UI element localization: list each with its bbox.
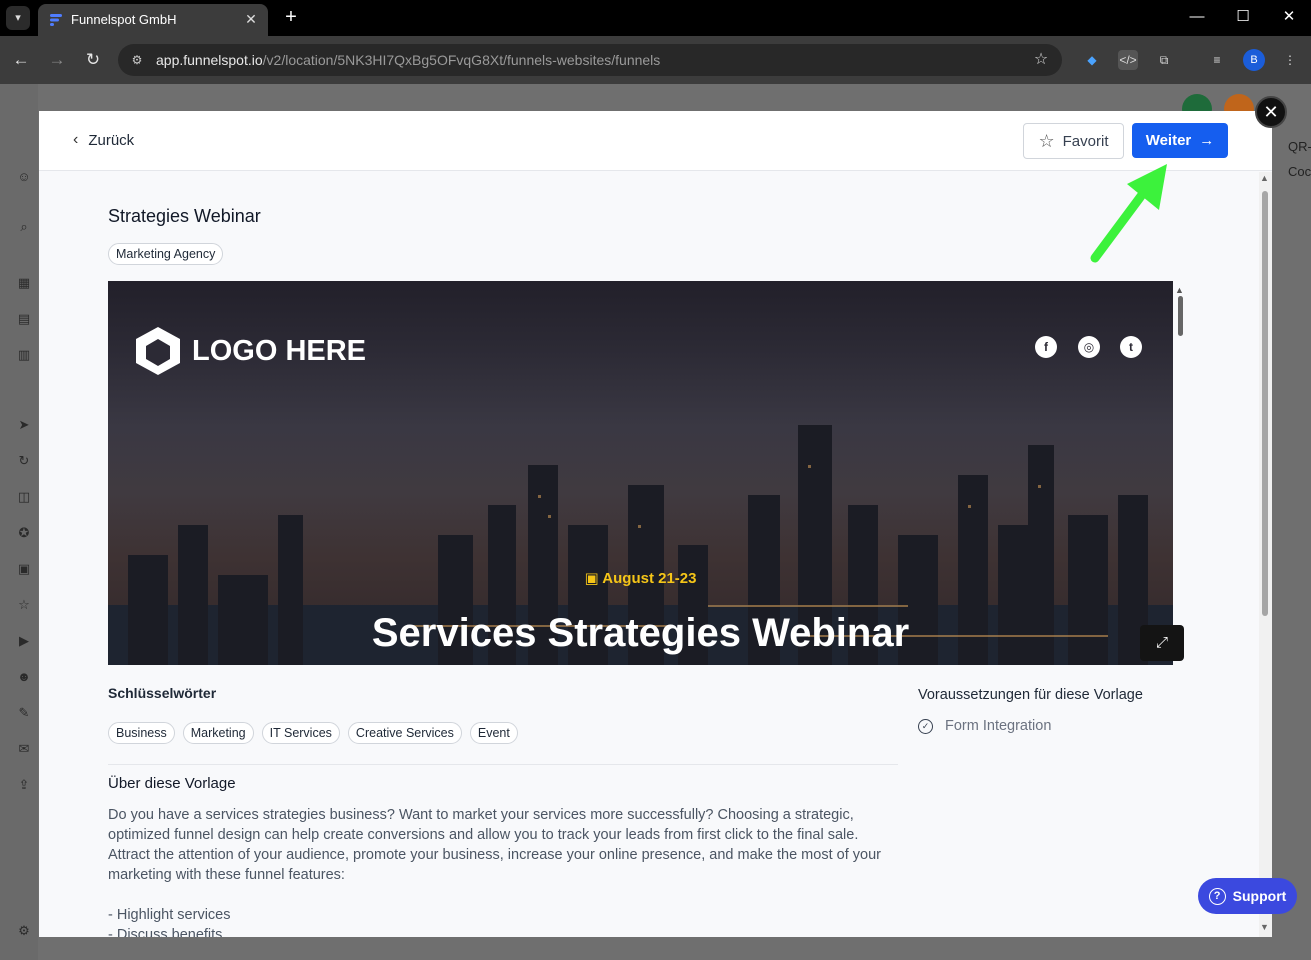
template-preview-image: LOGO HERE f ◎ t ▣ August 21-23 Services … xyxy=(108,281,1173,665)
twitter-icon: t xyxy=(1120,336,1142,358)
settings-gear-icon: ⚙ xyxy=(18,923,30,938)
requirements-heading: Voraussetzungen für diese Vorlage xyxy=(918,687,1143,703)
template-title: Strategies Webinar xyxy=(108,206,261,226)
maximize-button[interactable]: ☐ xyxy=(1231,6,1255,28)
dashboard-icon: ▦ xyxy=(17,275,31,290)
preview-scroll-thumb[interactable] xyxy=(1178,296,1183,336)
chevron-left-icon: ‹ xyxy=(73,131,79,148)
team-icon: ☻ xyxy=(17,669,31,684)
category-chip: Marketing Agency xyxy=(108,243,224,265)
calendar-icon: ▤ xyxy=(17,311,31,326)
keyword-chip: Marketing xyxy=(182,722,254,744)
chat-icon: ✉ xyxy=(18,741,30,756)
fullscreen-expand-button[interactable]: ⤢ xyxy=(1140,625,1184,661)
arrow-right-icon: → xyxy=(1199,132,1215,149)
url-text: app.funnelspot.io/v2/location/5NK3HI7QxB… xyxy=(156,52,661,68)
extensions-puzzle-icon[interactable]: ⧉ xyxy=(1154,50,1174,70)
section-divider xyxy=(108,764,898,765)
close-modal-button[interactable]: ✕ xyxy=(1255,96,1287,128)
star-icon: ☆ xyxy=(1038,130,1055,151)
scroll-up-arrow-icon[interactable]: ▲ xyxy=(1175,285,1184,295)
automation-icon: ↻ xyxy=(18,453,30,468)
background-sidebar: ☺ ⌕ ▦ ▤ ▥ ➤ ↻ ◫ ✪ ▣ ☆ ▶ ☻ ✎ ✉ ⇪ ⚙ xyxy=(0,84,38,960)
back-arrow-icon[interactable]: ← xyxy=(10,49,32,71)
reload-icon[interactable]: ↻ xyxy=(82,49,104,71)
hero-title: Services Strategies Webinar xyxy=(371,611,910,655)
devtools-extension-icon[interactable]: </> xyxy=(1118,50,1138,70)
check-circle-icon: ✓ xyxy=(918,718,933,734)
window-close-button[interactable]: ✕ xyxy=(1277,6,1301,28)
preview-logo: LOGO HERE xyxy=(132,325,366,377)
support-label: Support xyxy=(1232,888,1287,904)
funnelspot-favicon-icon xyxy=(50,14,62,26)
list-item: - Highlight services xyxy=(108,907,231,923)
notes-icon: ▥ xyxy=(17,347,31,362)
search-icon: ⌕ xyxy=(20,219,28,234)
scroll-up-arrow-icon[interactable]: ▲ xyxy=(1260,173,1269,183)
hexagon-logo-icon xyxy=(136,327,180,375)
keyword-chip: IT Services xyxy=(261,722,340,744)
back-label: Zurück xyxy=(88,131,135,149)
background-panel-text: QR- xyxy=(1288,139,1311,154)
browser-tab-bar: ▾ Funnelspot GmbH ✕ + — ☐ ✕ xyxy=(0,0,1311,36)
about-feature-list: - Highlight services - Discuss benefits xyxy=(108,905,231,937)
browser-menu-icon[interactable]: ⋮ xyxy=(1280,50,1300,70)
logo-text: LOGO HERE xyxy=(192,334,367,367)
minimize-button[interactable]: — xyxy=(1185,6,1209,28)
event-date: ▣ August 21-23 xyxy=(584,570,697,587)
favorite-label: Favorit xyxy=(1062,132,1109,150)
keywords-list: Business Marketing IT Services Creative … xyxy=(108,722,518,744)
profile-avatar[interactable]: B xyxy=(1243,49,1265,71)
keyword-chip: Event xyxy=(469,722,518,744)
modal-content: Strategies Webinar Marketing Agency LOGO… xyxy=(39,172,1259,937)
requirement-item: ✓ Form Integration xyxy=(918,718,1051,734)
play-icon: ▶ xyxy=(19,633,29,648)
annotation-arrow-icon xyxy=(1090,164,1167,263)
calendar-icon: ▣ xyxy=(584,570,599,587)
media-control-icon[interactable]: ≡ xyxy=(1207,50,1227,70)
browser-tab[interactable]: Funnelspot GmbH ✕ xyxy=(38,4,268,36)
favorite-button[interactable]: ☆ Favorit xyxy=(1023,123,1124,159)
about-description: Do you have a services strategies busine… xyxy=(108,807,881,883)
media-icon: ▣ xyxy=(17,561,31,576)
preview-scrollbar[interactable] xyxy=(1176,284,1184,662)
favorites-icon: ☆ xyxy=(18,597,30,612)
help-question-icon: ? xyxy=(1208,887,1226,905)
new-tab-button[interactable]: + xyxy=(280,6,302,28)
about-heading: Über diese Vorlage xyxy=(108,775,236,792)
sites-icon: ◫ xyxy=(17,489,31,504)
forward-arrow-icon[interactable]: → xyxy=(46,49,68,71)
instagram-icon: ◎ xyxy=(1078,336,1100,358)
list-item: - Discuss benefits xyxy=(108,927,223,937)
tab-search-button[interactable]: ▾ xyxy=(6,6,30,30)
site-settings-icon[interactable]: ⚙ xyxy=(128,51,146,69)
upload-icon: ⇪ xyxy=(18,777,30,792)
modal-scroll-thumb[interactable] xyxy=(1262,191,1268,616)
tab-title: Funnelspot GmbH xyxy=(71,12,177,27)
send-icon: ➤ xyxy=(18,417,30,432)
back-button[interactable]: ‹ Zurück xyxy=(73,128,134,152)
next-button[interactable]: Weiter → xyxy=(1132,123,1228,158)
keyword-chip: Creative Services xyxy=(347,722,462,744)
next-label: Weiter xyxy=(1145,132,1192,149)
reputation-icon: ✪ xyxy=(18,525,30,540)
support-button[interactable]: ? Support xyxy=(1198,878,1297,914)
browser-toolbar: ← → ↻ ⚙ app.funnelspot.io/v2/location/5N… xyxy=(0,36,1311,84)
requirement-label: Form Integration xyxy=(945,718,1052,734)
facebook-icon: f xyxy=(1035,336,1057,358)
bookmark-star-icon[interactable]: ☆ xyxy=(1030,49,1052,71)
address-bar[interactable]: ⚙ app.funnelspot.io/v2/location/5NK3HI7Q… xyxy=(118,44,1062,76)
scroll-down-arrow-icon[interactable]: ▼ xyxy=(1260,922,1269,932)
extension-icon[interactable]: ◆ xyxy=(1082,50,1102,70)
contacts-icon: ☺ xyxy=(17,169,31,184)
tab-close-icon[interactable]: ✕ xyxy=(242,10,260,28)
keywords-heading: Schlüsselwörter xyxy=(108,685,217,701)
keyword-chip: Business xyxy=(108,722,175,744)
background-panel-text: Coc xyxy=(1288,164,1311,179)
tools-icon: ✎ xyxy=(18,705,30,720)
